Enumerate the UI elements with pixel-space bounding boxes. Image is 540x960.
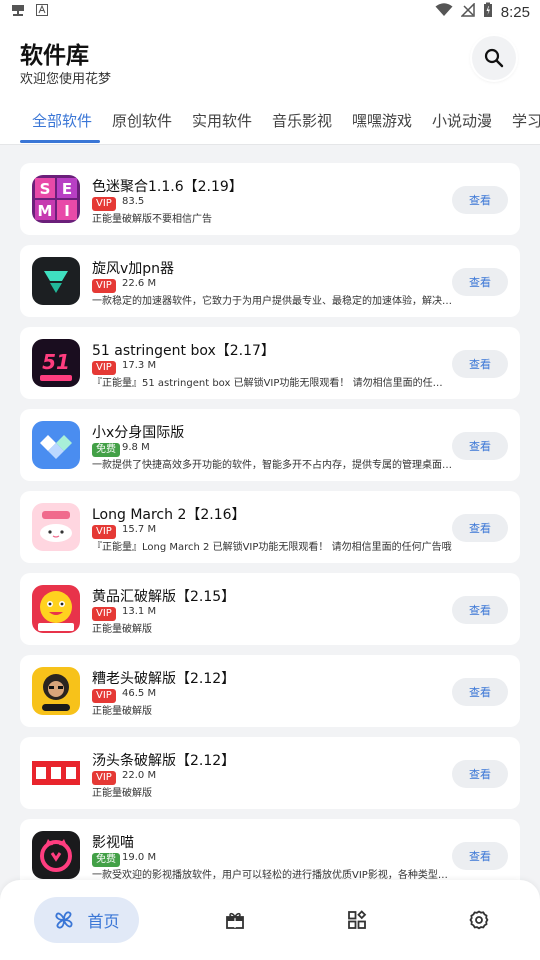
status-time: 8:25 xyxy=(500,3,530,21)
tab-original-software[interactable]: 原创软件 xyxy=(112,110,172,131)
vip-badge: VIP xyxy=(92,689,116,703)
list-item[interactable]: 小x分身国际版 免费 9.8 M 一款提供了快捷高效多开功能的软件，智能多开不占… xyxy=(20,409,520,481)
app-description: 正能量破解版不要相信广告 xyxy=(92,214,212,225)
free-badge: 免费 xyxy=(92,443,120,457)
gift-icon xyxy=(226,912,244,929)
nav-home-button[interactable]: 首页 xyxy=(34,897,139,943)
vip-badge: VIP xyxy=(92,771,116,785)
zaolaotou-app-icon xyxy=(32,667,80,715)
view-button[interactable]: 查看 xyxy=(452,186,508,214)
wifi-icon xyxy=(435,3,453,21)
list-item[interactable]: S E M I 色迷聚合1.1.6【2.19】 VIP 83.5 正能量破解版不… xyxy=(20,163,520,235)
list-item[interactable]: 51 51 astringent box【2.17】 VIP 17.3 M 『正… xyxy=(20,327,520,399)
vip-badge: VIP xyxy=(92,197,116,211)
51-app-icon: 51 xyxy=(32,339,80,387)
tab-music-video[interactable]: 音乐影视 xyxy=(272,110,332,131)
bottom-navigation: 首页 xyxy=(0,880,540,960)
vip-badge: VIP xyxy=(92,361,116,375)
xiaox-app-icon xyxy=(32,421,80,469)
tab-utility-software[interactable]: 实用软件 xyxy=(192,110,252,131)
category-tabs: 全部软件 原创软件 实用软件 音乐影视 嘿嘿游戏 小说动漫 学习 xyxy=(0,100,540,145)
app-size: 15.7 M xyxy=(122,524,157,535)
app-size: 9.8 M xyxy=(122,442,150,453)
status-bar: 8:25 xyxy=(0,0,540,24)
app-description: 『正能量』Long March 2 已解锁VIP功能无限观看！ 请勿相信里面的任… xyxy=(92,542,452,553)
app-size: 22.6 M xyxy=(122,278,157,289)
app-name: 小x分身国际版 xyxy=(92,425,185,441)
app-description: 一款稳定的加速器软件，它致力于为用户提供最专业、最稳定的加速体验，解决国内用户访… xyxy=(92,296,452,307)
svg-text:51: 51 xyxy=(42,350,70,374)
view-button[interactable]: 查看 xyxy=(452,350,508,378)
app-name: 黄品汇破解版【2.15】 xyxy=(92,589,236,605)
app-size: 22.0 M xyxy=(122,770,157,781)
svg-text:E: E xyxy=(62,180,72,198)
app-size: 46.5 M xyxy=(122,688,157,699)
apps-icon xyxy=(348,910,367,929)
app-description: 一款受欢迎的影视播放软件，用户可以轻松的进行播放优质VIP影视，各种类型的影视资… xyxy=(92,870,452,881)
app-name: 影视喵 xyxy=(92,835,134,851)
view-button[interactable]: 查看 xyxy=(452,268,508,296)
app-size: 17.3 M xyxy=(122,360,157,371)
page-title: 软件库 xyxy=(20,43,89,69)
view-button[interactable]: 查看 xyxy=(452,760,508,788)
app-name: 糟老头破解版【2.12】 xyxy=(92,671,236,687)
active-tab-indicator xyxy=(20,140,100,143)
view-button[interactable]: 查看 xyxy=(452,678,508,706)
app-name: 汤头条破解版【2.12】 xyxy=(92,753,236,769)
list-item[interactable]: 旋风v加pn器 VIP 22.6 M 一款稳定的加速器软件，它致力于为用户提供最… xyxy=(20,245,520,317)
page-subtitle: 欢迎您使用花梦 xyxy=(20,72,112,87)
xuanfeng-app-icon xyxy=(32,257,80,305)
nav-settings-button[interactable] xyxy=(469,910,489,930)
tab-games[interactable]: 嘿嘿游戏 xyxy=(352,110,412,131)
nav-gift-button[interactable] xyxy=(225,910,245,930)
app-notification-icon xyxy=(10,3,26,21)
semi-app-icon: S E M I xyxy=(32,175,80,223)
list-item[interactable]: 汤头条破解版【2.12】 VIP 22.0 M 正能量破解版 查看 xyxy=(20,737,520,809)
vip-badge: VIP xyxy=(92,607,116,621)
view-button[interactable]: 查看 xyxy=(452,514,508,542)
app-description: 『正能量』51 astringent box 已解锁VIP功能无限观看！ 请勿相… xyxy=(92,378,452,389)
longmarch-app-icon xyxy=(32,503,80,551)
tangtoutiao-app-icon xyxy=(32,749,80,797)
svg-text:I: I xyxy=(64,202,70,220)
app-size: 13.1 M xyxy=(122,606,157,617)
search-icon xyxy=(484,48,504,68)
huangpinhui-app-icon xyxy=(32,585,80,633)
tab-study[interactable]: 学习 xyxy=(512,110,540,131)
tab-novels-anime[interactable]: 小说动漫 xyxy=(432,110,492,131)
list-item[interactable]: 黄品汇破解版【2.15】 VIP 13.1 M 正能量破解版 查看 xyxy=(20,573,520,645)
nav-home-label: 首页 xyxy=(87,912,120,931)
settings-icon xyxy=(469,910,489,930)
app-description: 一款提供了快捷高效多开功能的软件，智能多开不占内存，提供专属的管理桌面和隐私保护 xyxy=(92,460,452,471)
list-item[interactable]: 糟老头破解版【2.12】 VIP 46.5 M 正能量破解版 查看 xyxy=(20,655,520,727)
tab-all-software[interactable]: 全部软件 xyxy=(32,110,92,131)
vip-badge: VIP xyxy=(92,525,116,539)
vip-badge: VIP xyxy=(92,279,116,293)
nav-apps-button[interactable] xyxy=(347,910,367,930)
app-description: 正能量破解版 xyxy=(92,706,152,717)
yingshimiao-app-icon xyxy=(32,831,80,879)
home-icon xyxy=(55,911,73,929)
list-item[interactable]: Long March 2【2.16】 VIP 15.7 M 『正能量』Long … xyxy=(20,491,520,563)
app-description: 正能量破解版 xyxy=(92,624,152,635)
view-button[interactable]: 查看 xyxy=(452,432,508,460)
signal-icon xyxy=(459,2,475,21)
app-name: 色迷聚合1.1.6【2.19】 xyxy=(92,179,243,195)
svg-text:M: M xyxy=(38,202,53,220)
app-size: 19.0 M xyxy=(122,852,157,863)
font-icon xyxy=(36,4,48,20)
search-button[interactable] xyxy=(472,36,516,80)
app-name: 旋风v加pn器 xyxy=(92,261,175,277)
view-button[interactable]: 查看 xyxy=(452,596,508,624)
free-badge: 免费 xyxy=(92,853,120,867)
battery-icon xyxy=(483,2,493,22)
view-button[interactable]: 查看 xyxy=(452,842,508,870)
app-name: 51 astringent box【2.17】 xyxy=(92,343,275,359)
header: 软件库 欢迎您使用花梦 xyxy=(0,24,540,100)
app-size: 83.5 xyxy=(122,196,145,207)
app-description: 正能量破解版 xyxy=(92,788,152,799)
app-name: Long March 2【2.16】 xyxy=(92,507,246,523)
svg-text:S: S xyxy=(40,180,51,198)
